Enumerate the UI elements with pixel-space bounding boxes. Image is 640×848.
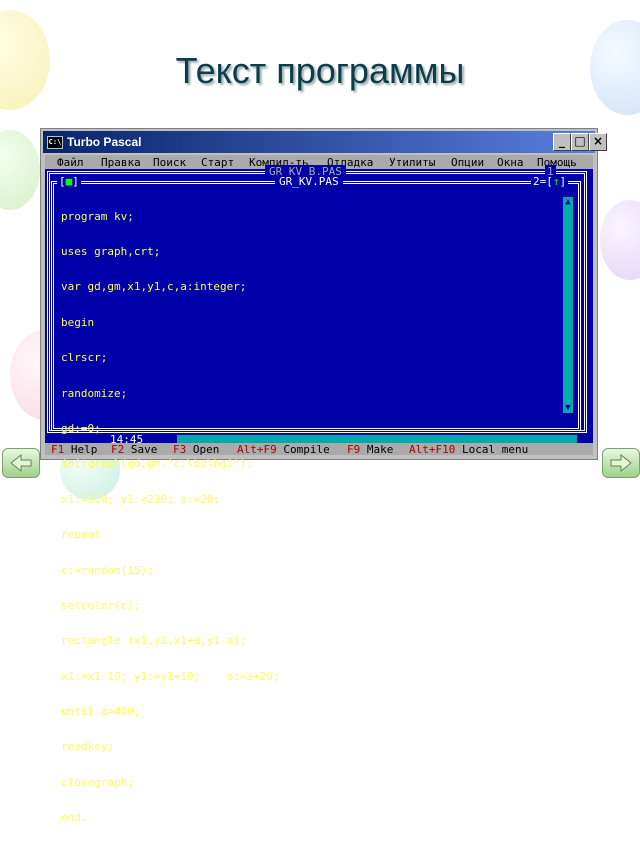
code-line: uses graph,crt; [61, 244, 161, 258]
function-key-bar: F1 Help F2 Save F3 Open Alt+F9 Compile F… [45, 443, 593, 456]
dos-console: Файл Правка Поиск Старт Компил-ть Отладк… [45, 155, 593, 824]
code-line: initgraph(gd,gm,'c:\bp\bgi'); [61, 457, 254, 471]
code-line: readkey; [61, 740, 114, 754]
decor-balloon [0, 130, 40, 210]
code-line: x1:=310; y1:=230; a:=20; [61, 492, 220, 506]
code-line: begin [61, 315, 95, 329]
arrow-left-icon [10, 453, 32, 473]
scroll-down-icon[interactable]: ▼ [563, 403, 573, 413]
menu-item-run[interactable]: Старт [201, 156, 234, 169]
fkey-make[interactable]: F9 Make [347, 443, 393, 456]
code-line: x1:=x1-10; y1:=y1+10; a:=a+20; [61, 669, 280, 683]
code-line: closegraph; [61, 775, 134, 789]
code-line: setcolor(c); [61, 598, 141, 612]
code-line: clrscr; [61, 351, 108, 365]
msdos-icon: C:\ [47, 136, 63, 149]
arrow-right-icon [610, 453, 632, 473]
code-line: c:=random(15); [61, 563, 154, 577]
code-line: randomize; [61, 386, 128, 400]
menu-item-search[interactable]: Поиск [153, 156, 186, 169]
fkey-open[interactable]: F3 Open [173, 443, 219, 456]
slide-title: Текст программы [175, 50, 465, 91]
menu-item-window[interactable]: Окна [497, 156, 524, 169]
code-line: rectangle (x1,y1,x1+a,y1-a); [61, 634, 247, 648]
code-line: repeat [61, 528, 101, 542]
fkey-save[interactable]: F2 Save [111, 443, 157, 456]
window-titlebar[interactable]: C:\ Turbo Pascal _ □ × [43, 131, 607, 153]
turbo-pascal-window: C:\ Turbo Pascal _ □ × Файл Правка Поиск… [40, 128, 607, 824]
fkey-compile[interactable]: Alt+F9 Compile [237, 443, 330, 456]
maximize-button[interactable]: □ [571, 133, 589, 151]
code-line: var gd,gm,x1,y1,c,a:integer; [61, 280, 247, 294]
menu-item-options[interactable]: Опции [451, 156, 484, 169]
code-line: program kv; [61, 209, 134, 223]
prev-slide-button[interactable] [2, 448, 40, 478]
fkey-local-menu[interactable]: Alt+F10 Local menu [409, 443, 528, 456]
minimize-button[interactable]: _ [553, 133, 571, 151]
close-button[interactable]: × [589, 133, 607, 151]
code-line: until a>400; [61, 705, 141, 719]
menu-item-help[interactable]: Помощь [537, 156, 577, 169]
vertical-scrollbar[interactable]: ▲ ▼ [563, 197, 573, 413]
code-editor[interactable]: program kv; uses graph,crt; var gd,gm,x1… [61, 187, 561, 848]
code-line: end. [61, 811, 88, 825]
decor-balloon [600, 200, 640, 280]
next-slide-button[interactable] [602, 448, 640, 478]
fkey-help[interactable]: F1 Help [51, 443, 97, 456]
scroll-up-icon[interactable]: ▲ [563, 197, 573, 207]
menu-item-edit[interactable]: Правка [101, 156, 141, 169]
menu-item-file[interactable]: Файл [57, 156, 84, 169]
menu-item-tools[interactable]: Утилиты [389, 156, 435, 169]
window-title: Turbo Pascal [67, 135, 142, 149]
